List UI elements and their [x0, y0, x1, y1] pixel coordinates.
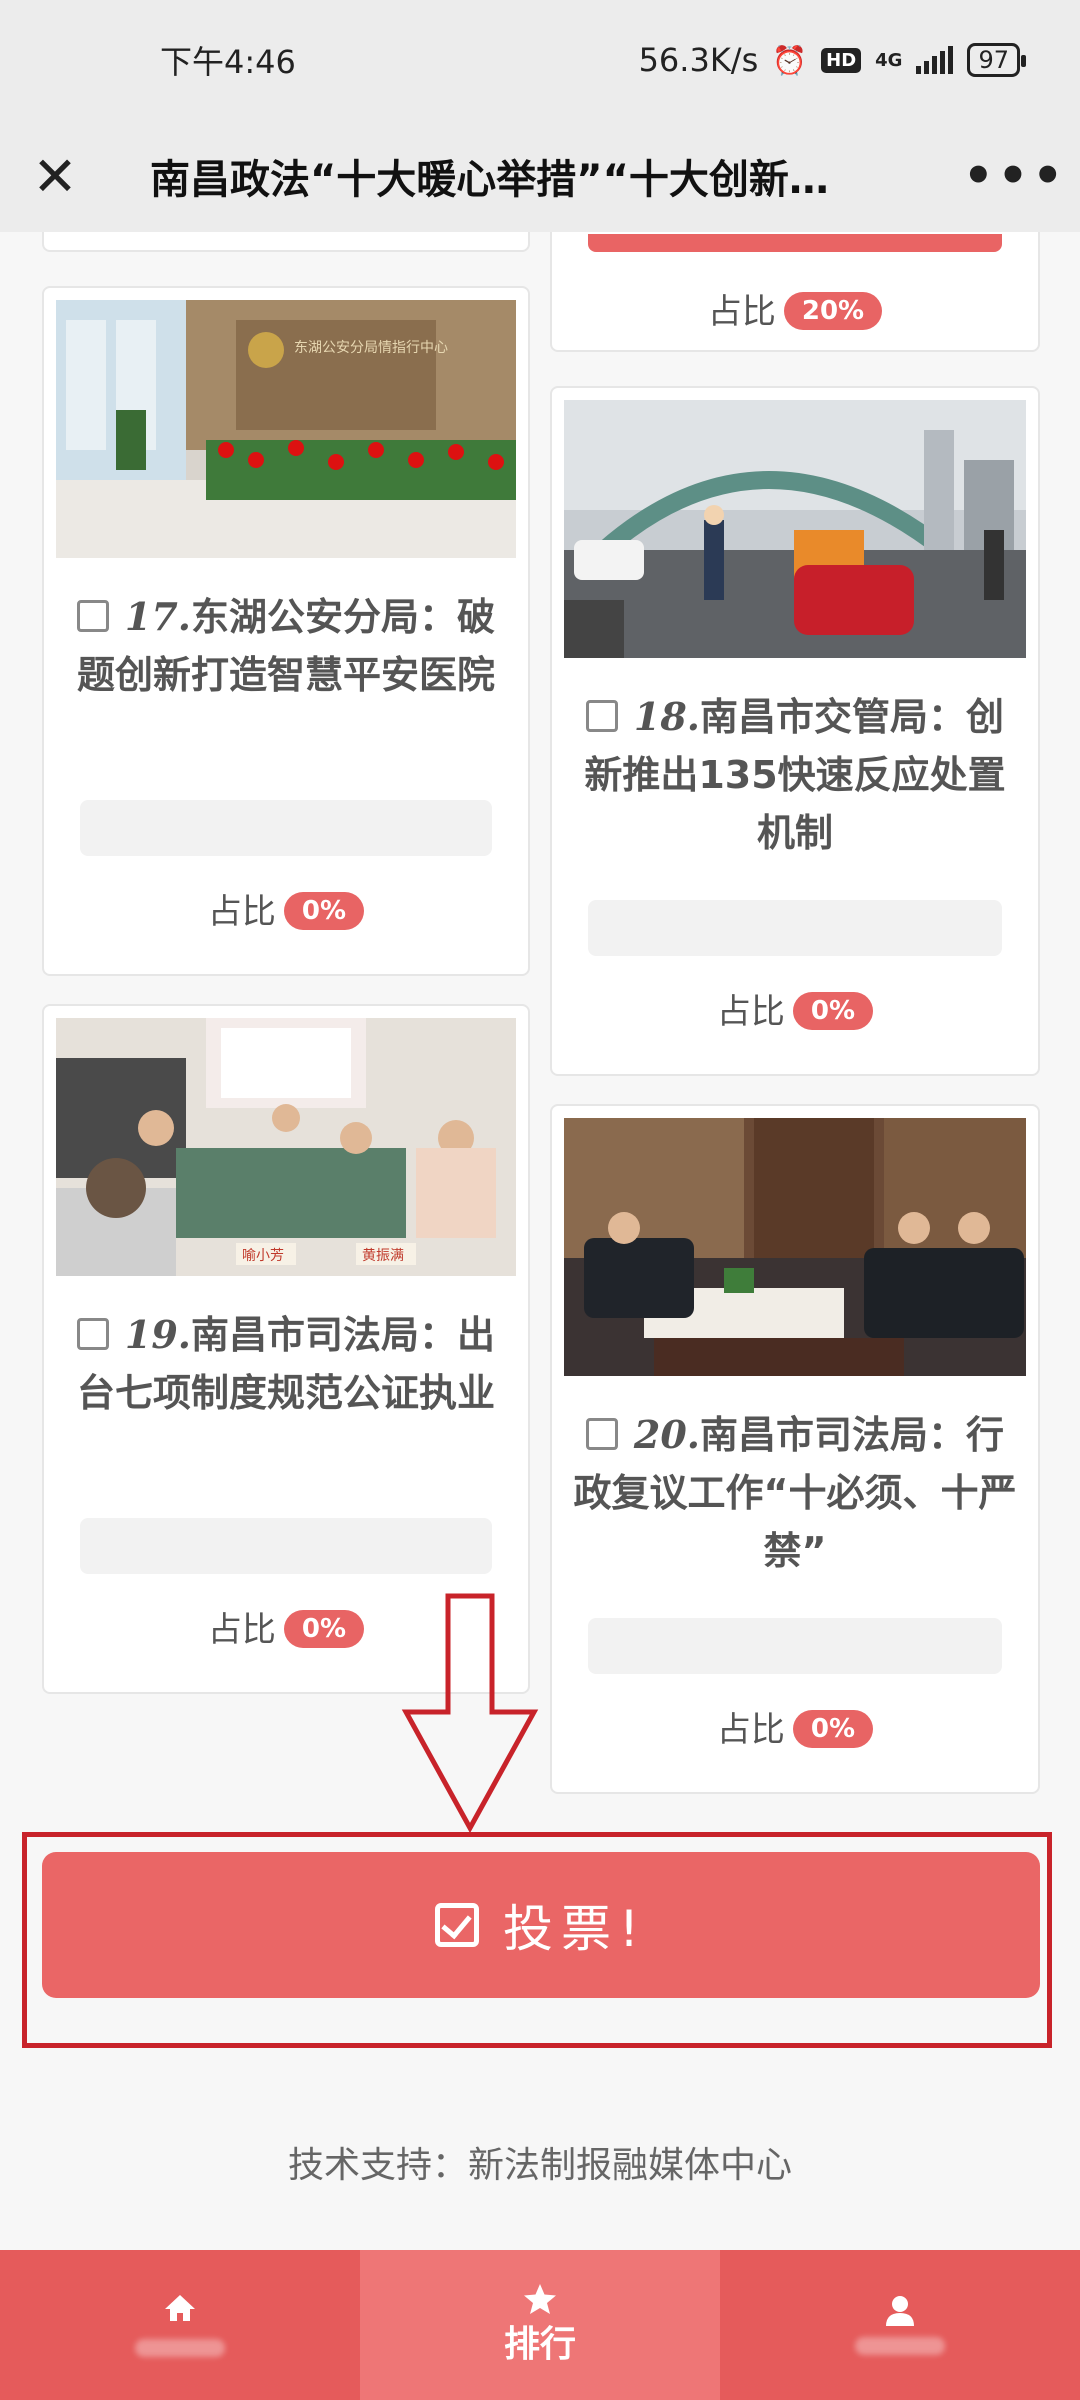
ratio-18: 占比 0%	[552, 984, 1038, 1033]
percent-badge: 0%	[792, 1710, 874, 1748]
title-bar: ✕ 南昌政法“十大暖心举措”“十大创新… •••	[0, 120, 1080, 232]
hd-icon: HD	[821, 47, 862, 73]
network-type: 4G	[875, 49, 903, 71]
signal-icon	[916, 46, 954, 74]
down-arrow-annotation	[401, 1593, 539, 1834]
percent-badge: 0%	[283, 892, 365, 930]
tech-support-text: 技术支持：新法制报融媒体中心	[287, 2145, 792, 2186]
close-button[interactable]: ✕	[0, 120, 110, 232]
battery-icon: 97	[967, 43, 1026, 77]
check-square-icon	[434, 1903, 479, 1947]
percent-badge: 0%	[283, 1610, 365, 1648]
card-photo-19: 喻小芳 黄振满	[56, 1018, 516, 1276]
status-bar: 下午4:46 56.3K/s ⏰ HD 4G 97	[0, 0, 1080, 120]
card-photo-18	[564, 400, 1026, 658]
card-title-20[interactable]: 20.南昌市司法局：行政复议工作“十必须、十严禁”	[572, 1406, 1018, 1580]
percent-badge: 20%	[783, 292, 883, 330]
progress-bar-18	[588, 900, 1002, 956]
home-icon	[165, 2295, 195, 2321]
star-icon	[524, 2284, 556, 2314]
nav-home[interactable]	[0, 2250, 360, 2400]
nav-rank-label: 排行	[503, 2324, 576, 2365]
alarm-icon: ⏰	[772, 43, 808, 77]
candidate-card-19: 喻小芳 黄振满 19.南昌市司法局：出台七项制度规范公证执业 占比 0%	[42, 1004, 530, 1694]
percent-badge: 0%	[792, 992, 874, 1030]
partial-card-left	[42, 232, 530, 252]
candidate-card-18: 18.南昌市交管局：创新推出135快速反应处置机制 占比 0%	[550, 386, 1040, 1076]
card-photo-20	[564, 1118, 1026, 1376]
vote-checkbox-18[interactable]	[585, 700, 618, 732]
card-title-18[interactable]: 18.南昌市交管局：创新推出135快速反应处置机制	[572, 688, 1018, 862]
vote-checkbox-20[interactable]	[585, 1418, 618, 1450]
candidate-card-17: 东湖公安分局情指行中心 17.东湖公安分局：破题创新打造智慧平安医院 占比 0%	[42, 286, 530, 976]
vote-checkbox-17[interactable]	[76, 600, 109, 632]
user-icon	[886, 2296, 914, 2326]
candidate-card-20: 20.南昌市司法局：行政复议工作“十必须、十严禁” 占比 0%	[550, 1104, 1040, 1794]
partial-ratio: 占比 20%	[552, 284, 1038, 333]
vote-button[interactable]: 投票!	[42, 1852, 1040, 1998]
progress-bar-17	[80, 800, 492, 856]
nav-rank[interactable]: 排行	[360, 2250, 720, 2400]
nameplate-2: 黄振满	[362, 1247, 404, 1264]
card-title-17[interactable]: 17.东湖公安分局：破题创新打造智慧平安医院	[64, 588, 508, 704]
more-options-button[interactable]: •••	[950, 120, 1080, 232]
nav-profile[interactable]	[720, 2250, 1080, 2400]
status-time: 下午4:46	[160, 43, 296, 81]
bottom-nav: 排行	[0, 2250, 1080, 2400]
nameplate-1: 喻小芳	[242, 1247, 284, 1264]
ratio-17: 占比 0%	[44, 884, 528, 933]
progress-bar-20	[588, 1618, 1002, 1674]
progress-bar-19	[80, 1518, 492, 1574]
card-title-19[interactable]: 19.南昌市司法局：出台七项制度规范公证执业	[64, 1306, 508, 1422]
sign-text: 东湖公安分局情指行中心	[294, 340, 448, 356]
card-photo-17: 东湖公安分局情指行中心	[56, 300, 516, 558]
net-speed: 56.3K/s	[638, 41, 759, 79]
page-title: 南昌政法“十大暖心举措”“十大创新…	[150, 157, 829, 203]
partial-progress-fill	[588, 234, 1002, 252]
ratio-20: 占比 0%	[552, 1702, 1038, 1751]
nav-home-label-blurred	[135, 2339, 225, 2357]
partial-card-right: 占比 20%	[550, 232, 1040, 352]
vote-checkbox-19[interactable]	[76, 1318, 109, 1350]
status-icons: 56.3K/s ⏰ HD 4G 97	[638, 41, 1026, 79]
nav-profile-label-blurred	[855, 2337, 945, 2355]
